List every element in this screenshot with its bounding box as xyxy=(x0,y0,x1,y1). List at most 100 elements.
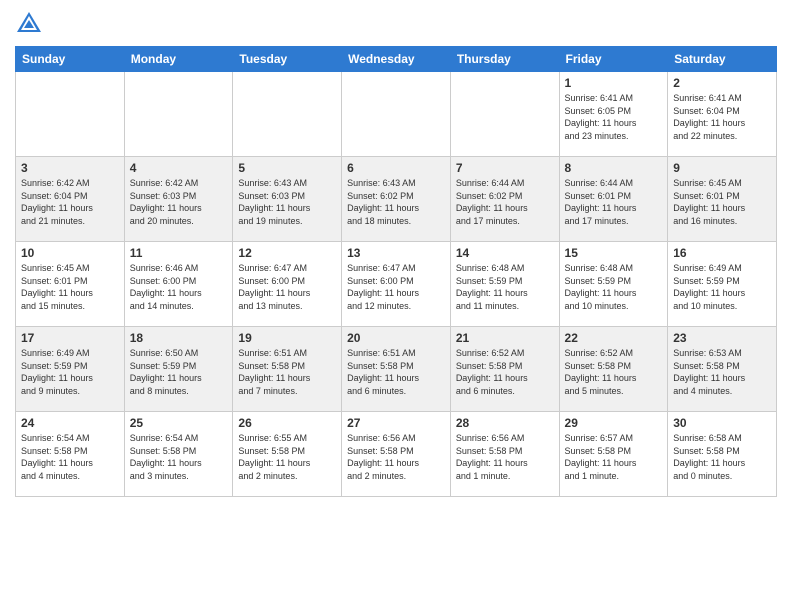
day-info: Sunrise: 6:51 AM Sunset: 5:58 PM Dayligh… xyxy=(347,347,445,397)
day-info: Sunrise: 6:41 AM Sunset: 6:05 PM Dayligh… xyxy=(565,92,663,142)
day-number: 8 xyxy=(565,161,663,175)
day-cell xyxy=(233,72,342,157)
weekday-header-tuesday: Tuesday xyxy=(233,47,342,72)
day-info: Sunrise: 6:44 AM Sunset: 6:01 PM Dayligh… xyxy=(565,177,663,227)
day-cell: 30 Sunrise: 6:58 AM Sunset: 5:58 PM Dayli… xyxy=(668,412,777,497)
day-info: Sunrise: 6:43 AM Sunset: 6:02 PM Dayligh… xyxy=(347,177,445,227)
day-cell: 7Sunrise: 6:44 AM Sunset: 6:02 PM Daylig… xyxy=(450,157,559,242)
weekday-header-row: SundayMondayTuesdayWednesdayThursdayFrid… xyxy=(16,47,777,72)
day-number: 17 xyxy=(21,331,119,345)
week-row-2: 3 Sunrise: 6:42 AM Sunset: 6:04 PM Daylig… xyxy=(16,157,777,242)
day-number: 14 xyxy=(456,246,554,260)
day-number: 3 xyxy=(21,161,119,175)
day-cell: 8 Sunrise: 6:44 AM Sunset: 6:01 PM Daylig… xyxy=(559,157,668,242)
day-info: Sunrise: 6:47 AM Sunset: 6:00 PM Dayligh… xyxy=(238,262,336,312)
day-number: 12 xyxy=(238,246,336,260)
day-cell: 5Sunrise: 6:43 AM Sunset: 6:03 PM Daylig… xyxy=(233,157,342,242)
day-info: Sunrise: 6:51 AM Sunset: 5:58 PM Dayligh… xyxy=(238,347,336,397)
day-cell: 12 Sunrise: 6:47 AM Sunset: 6:00 PM Dayli… xyxy=(233,242,342,327)
day-info: Sunrise: 6:54 AM Sunset: 5:58 PM Dayligh… xyxy=(21,432,119,482)
day-number: 10 xyxy=(21,246,119,260)
day-info: Sunrise: 6:57 AM Sunset: 5:58 PM Dayligh… xyxy=(565,432,663,482)
day-cell xyxy=(342,72,451,157)
day-info: Sunrise: 6:49 AM Sunset: 5:59 PM Dayligh… xyxy=(673,262,771,312)
day-cell: 14 Sunrise: 6:48 AM Sunset: 5:59 PM Dayli… xyxy=(450,242,559,327)
day-info: Sunrise: 6:54 AM Sunset: 5:58 PM Dayligh… xyxy=(130,432,228,482)
day-info: Sunrise: 6:42 AM Sunset: 6:03 PM Dayligh… xyxy=(130,177,228,227)
day-cell: 23 Sunrise: 6:53 AM Sunset: 5:58 PM Dayli… xyxy=(668,327,777,412)
day-cell: 1 Sunrise: 6:41 AM Sunset: 6:05 PM Daylig… xyxy=(559,72,668,157)
day-info: Sunrise: 6:52 AM Sunset: 5:58 PM Dayligh… xyxy=(565,347,663,397)
day-info: Sunrise: 6:58 AM Sunset: 5:58 PM Dayligh… xyxy=(673,432,771,482)
day-number: 21 xyxy=(456,331,554,345)
day-number: 2 xyxy=(673,76,771,90)
day-cell: 15 Sunrise: 6:48 AM Sunset: 5:59 PM Dayli… xyxy=(559,242,668,327)
weekday-header-monday: Monday xyxy=(124,47,233,72)
weekday-header-friday: Friday xyxy=(559,47,668,72)
day-info: Sunrise: 6:56 AM Sunset: 5:58 PM Dayligh… xyxy=(347,432,445,482)
day-number: 5 xyxy=(238,161,336,175)
day-cell: 6 Sunrise: 6:43 AM Sunset: 6:02 PM Daylig… xyxy=(342,157,451,242)
day-number: 27 xyxy=(347,416,445,430)
logo xyxy=(15,10,47,38)
day-cell: 20 Sunrise: 6:51 AM Sunset: 5:58 PM Dayli… xyxy=(342,327,451,412)
weekday-header-sunday: Sunday xyxy=(16,47,125,72)
day-number: 30 xyxy=(673,416,771,430)
day-cell xyxy=(16,72,125,157)
day-cell: 26 Sunrise: 6:55 AM Sunset: 5:58 PM Dayli… xyxy=(233,412,342,497)
day-cell: 3 Sunrise: 6:42 AM Sunset: 6:04 PM Daylig… xyxy=(16,157,125,242)
day-number: 18 xyxy=(130,331,228,345)
day-info: Sunrise: 6:46 AM Sunset: 6:00 PM Dayligh… xyxy=(130,262,228,312)
day-number: 19 xyxy=(238,331,336,345)
day-number: 7 xyxy=(456,161,554,175)
day-cell: 24 Sunrise: 6:54 AM Sunset: 5:58 PM Dayli… xyxy=(16,412,125,497)
day-info: Sunrise: 6:48 AM Sunset: 5:59 PM Dayligh… xyxy=(456,262,554,312)
day-cell: 4 Sunrise: 6:42 AM Sunset: 6:03 PM Daylig… xyxy=(124,157,233,242)
day-number: 23 xyxy=(673,331,771,345)
day-cell: 16 Sunrise: 6:49 AM Sunset: 5:59 PM Dayli… xyxy=(668,242,777,327)
day-info: Sunrise: 6:48 AM Sunset: 5:59 PM Dayligh… xyxy=(565,262,663,312)
day-info: Sunrise: 6:56 AM Sunset: 5:58 PM Dayligh… xyxy=(456,432,554,482)
day-number: 20 xyxy=(347,331,445,345)
day-cell: 13 Sunrise: 6:47 AM Sunset: 6:00 PM Dayli… xyxy=(342,242,451,327)
weekday-header-saturday: Saturday xyxy=(668,47,777,72)
day-number: 6 xyxy=(347,161,445,175)
day-cell: 9 Sunrise: 6:45 AM Sunset: 6:01 PM Daylig… xyxy=(668,157,777,242)
day-number: 26 xyxy=(238,416,336,430)
day-number: 24 xyxy=(21,416,119,430)
day-cell: 18 Sunrise: 6:50 AM Sunset: 5:59 PM Dayli… xyxy=(124,327,233,412)
day-cell: 19 Sunrise: 6:51 AM Sunset: 5:58 PM Dayli… xyxy=(233,327,342,412)
day-cell: 29 Sunrise: 6:57 AM Sunset: 5:58 PM Dayli… xyxy=(559,412,668,497)
day-info: Sunrise: 6:49 AM Sunset: 5:59 PM Dayligh… xyxy=(21,347,119,397)
day-number: 15 xyxy=(565,246,663,260)
day-info: Sunrise: 6:47 AM Sunset: 6:00 PM Dayligh… xyxy=(347,262,445,312)
day-info: Sunrise: 6:50 AM Sunset: 5:59 PM Dayligh… xyxy=(130,347,228,397)
day-info: Sunrise: 6:55 AM Sunset: 5:58 PM Dayligh… xyxy=(238,432,336,482)
week-row-1: 1 Sunrise: 6:41 AM Sunset: 6:05 PM Daylig… xyxy=(16,72,777,157)
day-number: 22 xyxy=(565,331,663,345)
day-cell: 25 Sunrise: 6:54 AM Sunset: 5:58 PM Dayli… xyxy=(124,412,233,497)
day-cell: 10Sunrise: 6:45 AM Sunset: 6:01 PM Dayli… xyxy=(16,242,125,327)
day-info: Sunrise: 6:45 AM Sunset: 6:01 PM Dayligh… xyxy=(673,177,771,227)
day-cell: 11 Sunrise: 6:46 AM Sunset: 6:00 PM Dayli… xyxy=(124,242,233,327)
day-number: 11 xyxy=(130,246,228,260)
day-number: 16 xyxy=(673,246,771,260)
day-number: 9 xyxy=(673,161,771,175)
header xyxy=(15,10,777,38)
day-cell: 2Sunrise: 6:41 AM Sunset: 6:04 PM Daylig… xyxy=(668,72,777,157)
day-number: 13 xyxy=(347,246,445,260)
day-info: Sunrise: 6:42 AM Sunset: 6:04 PM Dayligh… xyxy=(21,177,119,227)
day-number: 1 xyxy=(565,76,663,90)
week-row-5: 24 Sunrise: 6:54 AM Sunset: 5:58 PM Dayli… xyxy=(16,412,777,497)
day-cell xyxy=(450,72,559,157)
week-row-3: 10Sunrise: 6:45 AM Sunset: 6:01 PM Dayli… xyxy=(16,242,777,327)
day-number: 4 xyxy=(130,161,228,175)
day-number: 25 xyxy=(130,416,228,430)
day-info: Sunrise: 6:53 AM Sunset: 5:58 PM Dayligh… xyxy=(673,347,771,397)
day-cell: 21Sunrise: 6:52 AM Sunset: 5:58 PM Dayli… xyxy=(450,327,559,412)
day-number: 29 xyxy=(565,416,663,430)
weekday-header-wednesday: Wednesday xyxy=(342,47,451,72)
calendar: SundayMondayTuesdayWednesdayThursdayFrid… xyxy=(15,46,777,497)
day-cell: 27 Sunrise: 6:56 AM Sunset: 5:58 PM Dayli… xyxy=(342,412,451,497)
logo-icon xyxy=(15,10,43,38)
